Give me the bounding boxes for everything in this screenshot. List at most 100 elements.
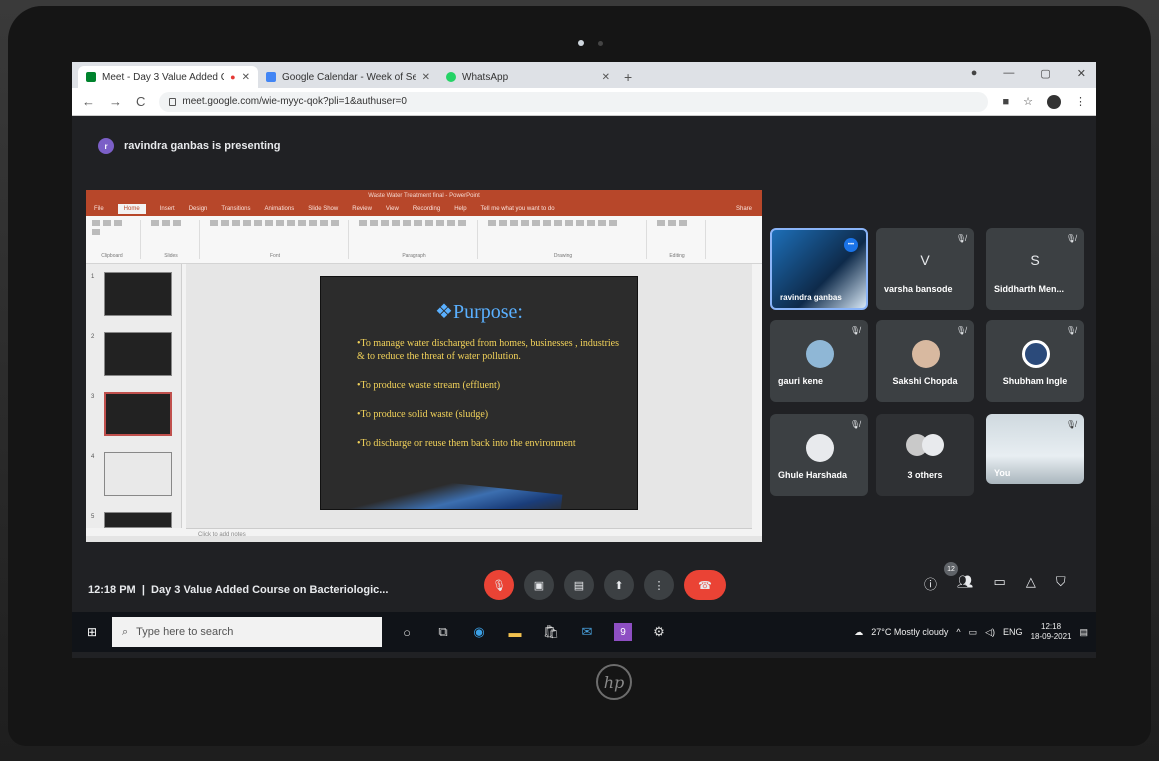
hang-up-icon: ☎ xyxy=(698,579,712,592)
mail-icon[interactable]: ✉ xyxy=(578,623,596,641)
slide-thumbnail[interactable] xyxy=(104,272,172,316)
chat-icon[interactable]: ▭ xyxy=(994,574,1006,593)
captions-button[interactable]: ▤ xyxy=(564,570,594,600)
ppt-status-bar xyxy=(86,536,762,542)
participant-tile-varsha[interactable]: 🎙︎̸ V varsha bansode xyxy=(876,228,974,310)
close-icon[interactable]: ✕ xyxy=(422,72,430,83)
task-view-icon[interactable]: ⧉ xyxy=(434,623,452,641)
menu-view[interactable]: View xyxy=(386,206,399,212)
avatar xyxy=(922,434,944,456)
app-9-icon[interactable]: 9 xyxy=(614,623,632,641)
cortana-icon[interactable]: ○ xyxy=(398,623,416,641)
slide-thumbnail[interactable] xyxy=(104,452,172,496)
url-field[interactable]: meet.google.com/wie-myyc-qok?pli=1&authu… xyxy=(159,91,989,112)
participant-tile-sakshi[interactable]: 🎙︎̸ Sakshi Chopda xyxy=(876,320,974,402)
start-button[interactable]: ⊞ xyxy=(72,625,112,639)
tell-me-search[interactable]: Tell me what you want to do xyxy=(481,206,555,212)
share-button[interactable]: Share xyxy=(736,206,752,212)
back-icon[interactable]: ← xyxy=(82,94,95,109)
window-controls: ● — ▢ ✕ xyxy=(971,67,1086,80)
participant-letter: V xyxy=(920,252,930,268)
notifications-icon[interactable]: ▤ xyxy=(1079,627,1088,638)
chevron-up-icon[interactable]: ^ xyxy=(956,627,960,637)
group-label: Editing xyxy=(669,253,685,259)
camera-indicator-icon[interactable]: ■ xyxy=(1002,96,1009,108)
participant-tile-you[interactable]: 🎙︎̸ You xyxy=(986,414,1084,484)
maximize-icon[interactable]: ▢ xyxy=(1040,67,1050,80)
edge-icon[interactable]: ◉ xyxy=(470,623,488,641)
new-tab-button[interactable]: + xyxy=(624,66,632,88)
menu-recording[interactable]: Recording xyxy=(413,206,440,212)
menu-animations[interactable]: Animations xyxy=(265,206,295,212)
windows-taskbar: ⊞ ⌕ Type here to search ○ ⧉ ◉ ▬ 🛍︎ ✉ 9 ⚙… xyxy=(72,612,1096,652)
people-icon[interactable]: 👥︎ xyxy=(957,574,974,593)
tab-title: Google Calendar - Week of Sept xyxy=(282,71,416,83)
minimize-icon[interactable]: — xyxy=(1003,67,1014,80)
profile-icon[interactable]: ● xyxy=(971,67,978,80)
forward-icon[interactable]: → xyxy=(109,94,122,109)
slide-thumbnail[interactable] xyxy=(104,512,172,528)
bullet: •To produce solid waste (sludge) xyxy=(357,409,489,420)
activities-icon[interactable]: △ xyxy=(1026,574,1036,593)
reload-icon[interactable]: C xyxy=(136,94,145,109)
participant-tile-ravindra[interactable]: ••• ravindra ganbas xyxy=(770,228,868,310)
participant-tile-others[interactable]: 3 others xyxy=(876,414,974,496)
present-button[interactable]: ⬆ xyxy=(604,570,634,600)
windows-icon: ⊞ xyxy=(86,625,98,639)
slide-decoration xyxy=(321,467,563,509)
menu-transitions[interactable]: Transitions xyxy=(221,206,250,212)
host-controls-icon[interactable]: ⛉ xyxy=(1056,574,1066,593)
menu-help[interactable]: Help xyxy=(454,206,466,212)
menu-design[interactable]: Design xyxy=(189,206,208,212)
close-icon[interactable]: ✕ xyxy=(602,72,610,83)
bookmark-star-icon[interactable]: ☆ xyxy=(1023,95,1033,108)
info-icon[interactable]: ⓘ xyxy=(924,574,937,593)
menu-icon[interactable]: ⋮ xyxy=(1075,95,1086,108)
ribbon-group-drawing: Drawing xyxy=(488,220,647,259)
slide-thumbnail[interactable] xyxy=(104,332,172,376)
avatar xyxy=(806,340,834,368)
network-icon[interactable]: ▭ xyxy=(969,627,978,638)
leave-call-button[interactable]: ☎ xyxy=(684,570,726,600)
participant-name: varsha bansode xyxy=(884,284,953,294)
participant-tile-ghule[interactable]: 🎙︎̸ Ghule Harshada xyxy=(770,414,868,496)
tab-whatsapp[interactable]: WhatsApp ✕ xyxy=(438,66,618,88)
ppt-menu-bar: File Home Insert Design Transitions Anim… xyxy=(86,202,762,216)
slide-number: 5 xyxy=(91,514,95,520)
ppt-window-title: Waste Water Treatment final - PowerPoint xyxy=(368,193,480,199)
participant-tile-gauri[interactable]: 🎙︎̸ gauri kene xyxy=(770,320,868,402)
calendar-favicon-icon xyxy=(266,72,276,82)
camera-toggle-button[interactable]: ▣ xyxy=(524,570,554,600)
volume-icon[interactable]: ◁) xyxy=(985,627,995,638)
participant-name: Sakshi Chopda xyxy=(892,376,958,386)
store-icon[interactable]: 🛍︎ xyxy=(542,623,560,641)
language-indicator[interactable]: ENG xyxy=(1003,627,1023,637)
more-options-button[interactable]: ⋮ xyxy=(644,570,674,600)
file-explorer-icon[interactable]: ▬ xyxy=(506,623,524,641)
profile-avatar[interactable] xyxy=(1047,94,1061,109)
group-label: Clipboard xyxy=(101,253,123,259)
tab-meet[interactable]: Meet - Day 3 Value Added C ● ✕ xyxy=(78,66,258,88)
slide-thumbnail-pane: 1 2 3 4 5 xyxy=(86,264,182,528)
call-controls: 🎙︎ ▣ ▤ ⬆ ⋮ ☎ xyxy=(484,570,726,600)
menu-insert[interactable]: Insert xyxy=(160,206,175,212)
taskbar-search[interactable]: ⌕ Type here to search xyxy=(112,617,382,647)
settings-icon[interactable]: ⚙ xyxy=(650,623,668,641)
menu-home[interactable]: Home xyxy=(117,204,146,214)
side-controls: ⓘ 👥︎ ▭ △ ⛉ xyxy=(924,574,1066,593)
tab-calendar[interactable]: Google Calendar - Week of Sept ✕ xyxy=(258,66,438,88)
clock[interactable]: 12:18 18-09-2021 xyxy=(1031,622,1072,642)
slide-thumbnail-selected[interactable] xyxy=(104,392,172,436)
participant-tile-siddharth[interactable]: 🎙︎̸ S Siddharth Men... xyxy=(986,228,1084,310)
close-icon[interactable]: ✕ xyxy=(242,72,250,83)
meeting-time: 12:18 PM xyxy=(88,584,136,596)
close-window-icon[interactable]: ✕ xyxy=(1077,67,1086,80)
weather-text[interactable]: 27°C Mostly cloudy xyxy=(871,627,948,637)
menu-review[interactable]: Review xyxy=(352,206,372,212)
avatar xyxy=(806,434,834,462)
menu-slide-show[interactable]: Slide Show xyxy=(308,206,338,212)
participant-tile-shubham[interactable]: 🎙︎̸ Shubham Ingle xyxy=(986,320,1084,402)
menu-file[interactable]: File xyxy=(94,206,104,212)
taskbar-apps: ○ ⧉ ◉ ▬ 🛍︎ ✉ 9 ⚙ xyxy=(398,623,668,641)
mic-toggle-button[interactable]: 🎙︎ xyxy=(484,570,514,600)
